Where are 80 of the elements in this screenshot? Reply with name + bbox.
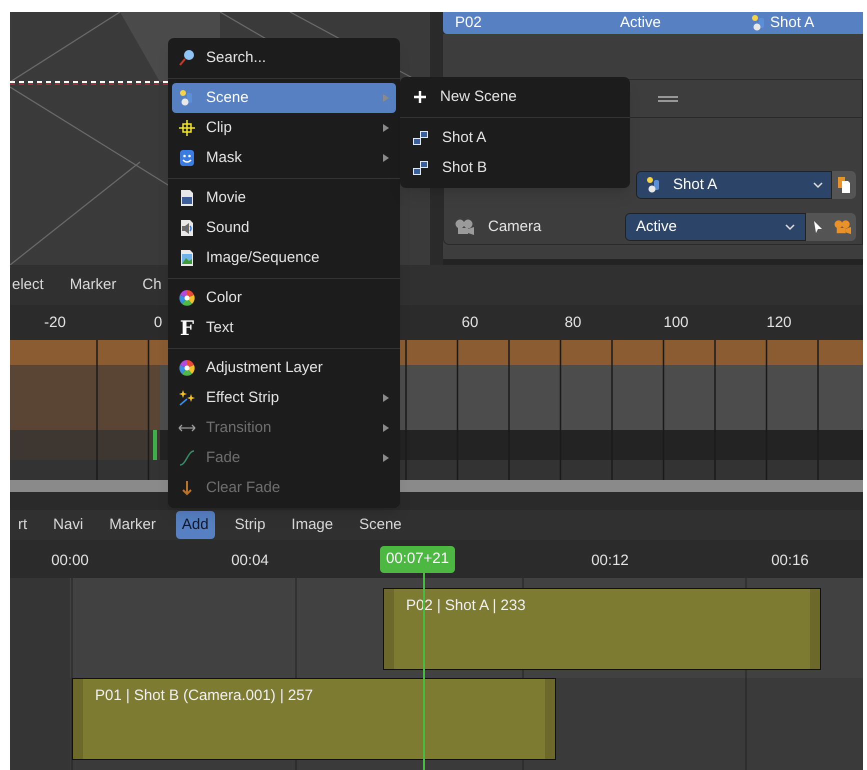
video-strip[interactable]: P02 | Shot A | 233 xyxy=(383,588,821,670)
time-label: 00:12 xyxy=(590,551,630,571)
menu-item[interactable]: Ch xyxy=(140,274,164,296)
strip-handle[interactable] xyxy=(810,589,820,669)
list-cell-text: P02 xyxy=(454,12,483,33)
menu-item[interactable]: Search... xyxy=(172,43,396,73)
copy-icon xyxy=(837,176,851,194)
menu-item[interactable]: Marker xyxy=(68,274,118,296)
time-label: 00:16 xyxy=(770,551,810,571)
strip-label: P02 | Shot A | 233 xyxy=(405,596,527,616)
menu-item[interactable]: Marker xyxy=(103,510,162,540)
sparkles-icon xyxy=(178,389,196,407)
submenu-arrow-icon xyxy=(382,453,390,463)
menu-item[interactable]: Scene xyxy=(353,510,408,540)
menu-item[interactable]: Shot B xyxy=(404,153,626,183)
frame-number: 60 xyxy=(460,313,480,333)
list-row[interactable]: P02 Active Shot A xyxy=(443,12,863,34)
submenu-arrow-icon xyxy=(382,123,390,133)
menu-item[interactable]: Image/Sequence xyxy=(172,243,396,273)
crosshair-icon xyxy=(178,119,196,137)
color-wheel-icon xyxy=(178,359,196,377)
menu-item[interactable]: Color xyxy=(172,283,396,313)
pointer-icon xyxy=(813,220,823,234)
film-strip-icon xyxy=(412,159,430,177)
frame-number: 100 xyxy=(662,313,690,333)
plus-icon xyxy=(412,89,428,105)
menu-item[interactable]: Add xyxy=(176,510,215,540)
strip-handle xyxy=(153,430,157,460)
submenu-arrow-icon xyxy=(382,153,390,163)
menu-item[interactable]: Adjustment Layer xyxy=(172,353,396,383)
submenu-arrow-icon xyxy=(382,423,390,433)
menu-item[interactable]: Shot A xyxy=(404,123,626,153)
submenu-arrow-icon xyxy=(382,93,390,103)
video-strip[interactable]: P01 | Shot B (Camera.001) | 257 xyxy=(72,678,556,760)
camera-button[interactable] xyxy=(830,213,856,241)
frame-number: 80 xyxy=(564,313,582,333)
menu-item[interactable]: elect xyxy=(10,274,46,296)
menu-item[interactable]: rt xyxy=(12,510,34,540)
color-wheel-icon xyxy=(178,289,196,307)
menu-item[interactable]: F Text xyxy=(172,313,396,343)
chevron-down-icon xyxy=(813,181,823,189)
time-label: 00:00 xyxy=(50,551,90,571)
time-label: 00:04 xyxy=(230,551,270,571)
chevron-down-icon xyxy=(785,223,795,231)
scene-dropdown[interactable]: Shot A xyxy=(636,171,832,199)
camera-icon xyxy=(454,218,476,236)
sound-file-icon xyxy=(178,219,196,237)
menu-item[interactable]: Sound xyxy=(172,213,396,243)
field-label: Camera xyxy=(488,216,542,237)
list-cell-text: Active xyxy=(619,12,662,33)
submenu-arrow-icon xyxy=(382,393,390,403)
camera-icon xyxy=(833,219,853,235)
menu-item[interactable]: Mask xyxy=(172,143,396,173)
menu-item[interactable]: New Scene xyxy=(404,82,626,112)
menu-item[interactable]: Scene xyxy=(172,83,396,113)
menu-item[interactable]: Movie xyxy=(172,183,396,213)
strip-handle[interactable] xyxy=(73,679,83,759)
strip-handle[interactable] xyxy=(384,589,394,669)
mask-icon xyxy=(178,149,196,167)
strip-handle[interactable] xyxy=(545,679,555,759)
menu-item[interactable]: Navi xyxy=(47,510,90,540)
menu-item[interactable]: Image xyxy=(285,510,340,540)
frame-number: 0 xyxy=(152,313,164,333)
film-strip-icon xyxy=(412,129,430,147)
menu-item[interactable]: Strip xyxy=(228,510,272,540)
serif-letter-icon: F xyxy=(178,318,196,338)
camera-dropdown[interactable]: Active xyxy=(625,213,806,241)
frame-number: 120 xyxy=(765,313,793,333)
menu-item[interactable]: Effect Strip xyxy=(172,383,396,413)
movie-file-icon xyxy=(178,189,196,207)
strip-label: P01 | Shot B (Camera.001) | 257 xyxy=(94,686,314,706)
list-cell-text: Shot A xyxy=(770,12,814,33)
menu-item[interactable]: Clip xyxy=(172,113,396,143)
eyedropper-button[interactable] xyxy=(806,213,830,241)
frame-number: -20 xyxy=(43,313,67,333)
drag-handle-icon[interactable] xyxy=(658,96,678,102)
curve-icon xyxy=(178,449,196,467)
search-icon xyxy=(178,49,196,67)
image-file-icon xyxy=(178,249,196,267)
copy-button[interactable] xyxy=(832,171,856,199)
